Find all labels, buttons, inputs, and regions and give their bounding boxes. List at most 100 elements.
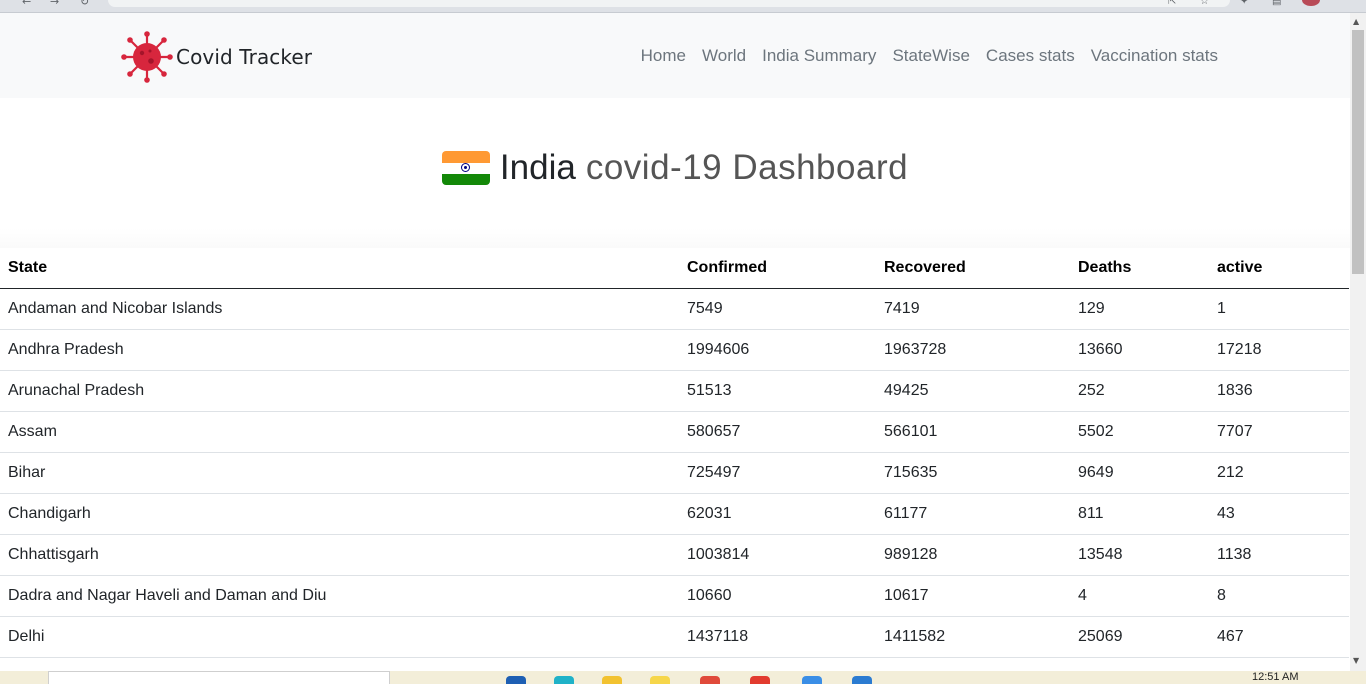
section-divider — [0, 228, 1350, 248]
cell-confirmed: 1994606 — [679, 329, 876, 371]
cell-state: Bihar — [0, 452, 679, 494]
app-icon[interactable] — [554, 676, 574, 684]
header-active: active — [1209, 248, 1349, 289]
back-icon[interactable]: ← — [22, 0, 31, 8]
table-header-row: State Confirmed Recovered Deaths active — [0, 248, 1349, 289]
app-icon[interactable] — [700, 676, 720, 684]
cell-active: 212 — [1209, 452, 1349, 494]
taskbar-search[interactable] — [48, 671, 390, 684]
cell-state: Arunachal Pradesh — [0, 370, 679, 412]
folder-icon[interactable] — [602, 676, 622, 684]
cell-recovered: 715635 — [876, 452, 1070, 494]
nav-cases-stats[interactable]: Cases stats — [978, 44, 1083, 68]
cell-recovered: 7419 — [876, 288, 1070, 330]
nav-home[interactable]: Home — [633, 44, 694, 68]
cell-state: Andaman and Nicobar Islands — [0, 288, 679, 330]
cell-state: Chandigarh — [0, 493, 679, 535]
page-title: India covid-19 Dashboard — [0, 148, 1350, 190]
nav-world[interactable]: World — [694, 44, 754, 68]
vscode-icon[interactable] — [852, 676, 872, 684]
cell-recovered: 49425 — [876, 370, 1070, 412]
scroll-thumb[interactable] — [1352, 30, 1364, 274]
cell-deaths: 129 — [1070, 288, 1209, 330]
edge-icon[interactable] — [506, 676, 526, 684]
cell-state: Dadra and Nagar Haveli and Daman and Diu — [0, 575, 679, 617]
clock: 12:51 AM — [1252, 671, 1299, 683]
table-row: Bihar 725497 715635 9649 212 — [0, 452, 1349, 494]
cell-confirmed: 725497 — [679, 452, 876, 494]
cell-recovered: 566101 — [876, 411, 1070, 453]
share-icon[interactable]: ⇱ — [1168, 0, 1176, 8]
cell-deaths: 13548 — [1070, 534, 1209, 576]
cell-active: 1836 — [1209, 370, 1349, 412]
cell-active: 467 — [1209, 616, 1349, 658]
table-row: Andhra Pradesh 1994606 1963728 13660 17218 — [0, 329, 1349, 371]
app-icon[interactable] — [802, 676, 822, 684]
nav-vaccination-stats[interactable]: Vaccination stats — [1083, 44, 1226, 68]
cell-deaths: 13660 — [1070, 329, 1209, 371]
cell-active: 7707 — [1209, 411, 1349, 453]
nav-india-summary[interactable]: India Summary — [754, 44, 884, 68]
cell-state: Assam — [0, 411, 679, 453]
header-state: State — [0, 248, 679, 289]
cell-confirmed: 51513 — [679, 370, 876, 412]
table-row: Delhi 1437118 1411582 25069 467 — [0, 616, 1349, 658]
os-taskbar: 12:51 AM — [0, 671, 1366, 684]
cell-recovered: 10617 — [876, 575, 1070, 617]
nav-links: Home World India Summary StateWise Cases… — [633, 44, 1226, 68]
extension-icon[interactable]: ✦ — [1240, 0, 1248, 8]
virus-icon — [121, 31, 173, 83]
app-icon[interactable] — [650, 676, 670, 684]
cell-deaths: 25069 — [1070, 616, 1209, 658]
cell-recovered: 1411582 — [876, 616, 1070, 658]
address-bar[interactable] — [108, 0, 1230, 7]
cell-recovered: 61177 — [876, 493, 1070, 535]
bookmark-icon[interactable]: ☆ — [1200, 0, 1209, 8]
table-row: Arunachal Pradesh 51513 49425 252 1836 — [0, 370, 1349, 412]
scroll-down-icon[interactable]: ▼ — [1353, 656, 1359, 666]
forward-icon[interactable]: → — [50, 0, 59, 8]
cell-recovered: 989128 — [876, 534, 1070, 576]
cell-recovered: 1963728 — [876, 329, 1070, 371]
chrome-icon[interactable] — [750, 676, 770, 684]
cell-confirmed: 580657 — [679, 411, 876, 453]
title-dashboard: covid-19 Dashboard — [585, 148, 909, 187]
brand-link[interactable]: Covid Tracker — [120, 31, 312, 83]
cell-deaths: 811 — [1070, 493, 1209, 535]
statewise-table: State Confirmed Recovered Deaths active … — [0, 248, 1349, 658]
cell-confirmed: 62031 — [679, 493, 876, 535]
cell-active: 17218 — [1209, 329, 1349, 371]
cell-active: 43 — [1209, 493, 1349, 535]
cell-confirmed: 1437118 — [679, 616, 876, 658]
cell-deaths: 5502 — [1070, 411, 1209, 453]
table-row: Assam 580657 566101 5502 7707 — [0, 411, 1349, 453]
nav-statewise[interactable]: StateWise — [884, 44, 977, 68]
scroll-up-icon[interactable]: ▲ — [1353, 17, 1359, 27]
page-scrollbar[interactable]: ▲ ▼ — [1350, 13, 1366, 671]
header-deaths: Deaths — [1070, 248, 1209, 289]
table-row: Dadra and Nagar Haveli and Daman and Diu… — [0, 575, 1349, 617]
navbar: Covid Tracker Home World India Summary S… — [0, 13, 1350, 98]
title-country: India — [499, 148, 576, 187]
table-row: Andaman and Nicobar Islands 7549 7419 129 1 — [0, 288, 1349, 330]
india-flag-icon — [441, 151, 490, 185]
cell-state: Andhra Pradesh — [0, 329, 679, 371]
browser-chrome: ← → ↻ ⇱ ☆ ✦ ▤ — [0, 0, 1366, 13]
cell-active: 8 — [1209, 575, 1349, 617]
table-row: Chandigarh 62031 61177 811 43 — [0, 493, 1349, 535]
cell-confirmed: 10660 — [679, 575, 876, 617]
cell-confirmed: 7549 — [679, 288, 876, 330]
reload-icon[interactable]: ↻ — [80, 0, 89, 8]
table-row: Chhattisgarh 1003814 989128 13548 1138 — [0, 534, 1349, 576]
profile-avatar[interactable] — [1302, 0, 1320, 6]
cell-state: Delhi — [0, 616, 679, 658]
cell-state: Chhattisgarh — [0, 534, 679, 576]
cell-deaths: 252 — [1070, 370, 1209, 412]
cell-active: 1138 — [1209, 534, 1349, 576]
cell-active: 1 — [1209, 288, 1349, 330]
reading-list-icon[interactable]: ▤ — [1272, 0, 1281, 8]
header-confirmed: Confirmed — [679, 248, 876, 289]
cell-deaths: 4 — [1070, 575, 1209, 617]
cell-deaths: 9649 — [1070, 452, 1209, 494]
header-recovered: Recovered — [876, 248, 1070, 289]
